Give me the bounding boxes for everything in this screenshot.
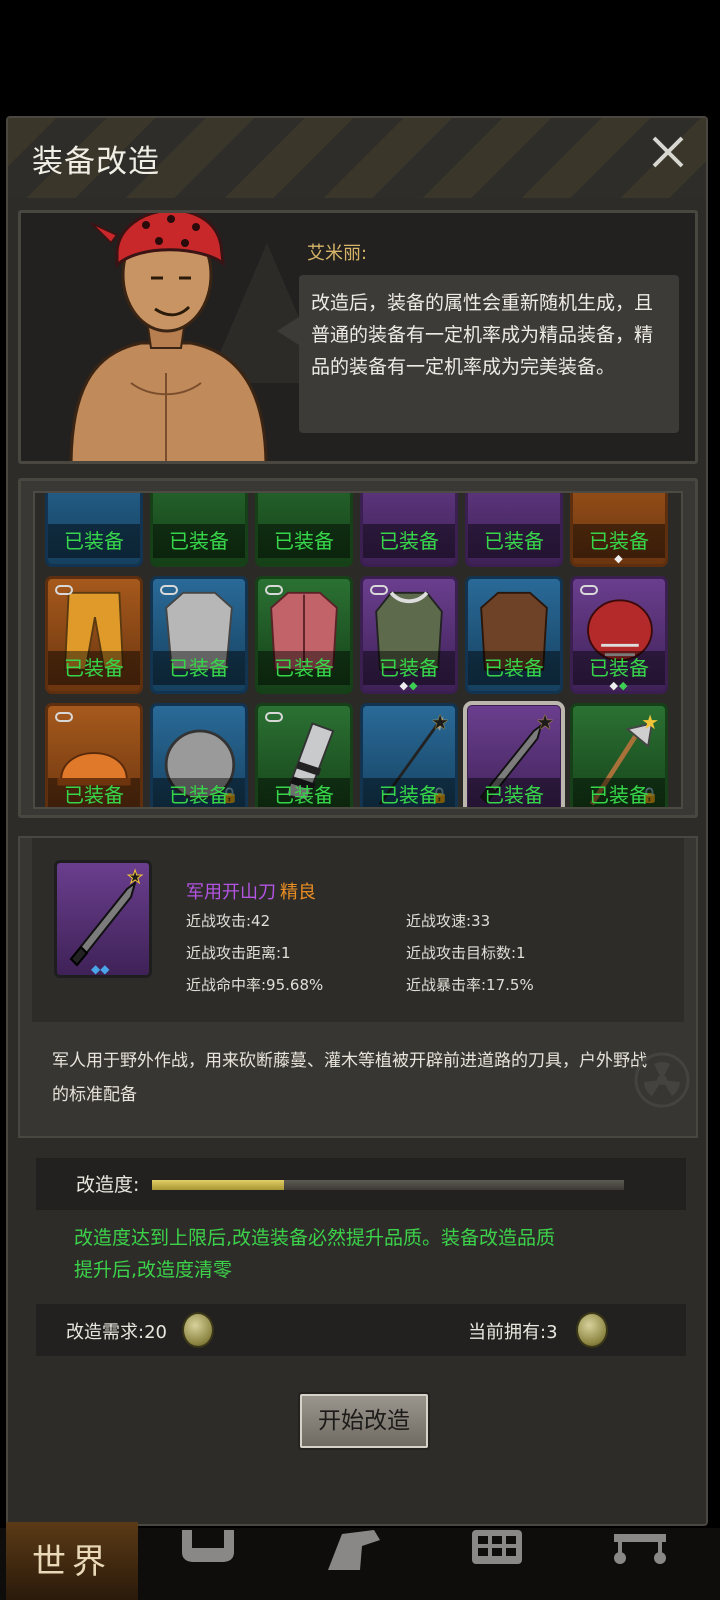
item-detail-header: ★ ◆◆ 军用开山刀 精良 近战攻击:42 近战攻速:33 近战攻击距离:1 近战… (32, 838, 684, 1022)
equipped-label: 已装备 (48, 524, 140, 558)
inventory-panel: 已装备 已装备 已装备 已装备 已装备 已装备 ◆ 已装备 已装备 已装备 已装备 ◆◆ 已装备 已装备 ◆… (18, 478, 698, 818)
start-modify-button[interactable]: 开始改造 (300, 1394, 428, 1448)
link-icon (265, 585, 283, 595)
inventory-slot[interactable]: 已装备 (150, 576, 248, 694)
stat-melee-range: 近战攻击距离:1 (186, 944, 291, 962)
owned-amount-label: 当前拥有:3 (468, 1322, 558, 1343)
bottle-cap-coin-icon (182, 1312, 214, 1348)
modify-hint-text: 改造度达到上限后,改造装备必然提升品质。装备改造品质提升后,改造度清零 (74, 1227, 556, 1281)
modify-cost-label: 改造需求:20 (66, 1322, 167, 1343)
cart-icon[interactable] (610, 1530, 670, 1570)
link-icon (55, 585, 73, 595)
equipped-label: 已装备 (153, 778, 245, 807)
bottle-cap-coin-icon (576, 1312, 608, 1348)
inventory-slot[interactable]: 已装备 (255, 493, 353, 567)
link-icon (580, 585, 598, 595)
equipment-modify-dialog: 装备改造 艾米丽: 改造后，装备的属性会重新随机生成，且普通的装备有一定机率成为… (6, 116, 708, 1526)
equipped-label: 已装备 (48, 778, 140, 807)
stat-melee-accuracy: 近战命中率:95.68% (186, 976, 324, 994)
gem-badges: ◆ (614, 552, 624, 565)
bottom-nav: 世界 (0, 1522, 720, 1600)
modify-progress-fill (152, 1180, 285, 1190)
modify-progress-row: 改造度: (36, 1158, 686, 1210)
inventory-slot[interactable]: 已装备 (360, 493, 458, 567)
equipped-label: 已装备 (258, 524, 350, 558)
inventory-grid: 已装备 已装备 已装备 已装备 已装备 已装备 ◆ 已装备 已装备 已装备 已装备 ◆◆ 已装备 已装备 ◆… (45, 493, 668, 807)
equipped-label: 已装备 (468, 524, 560, 558)
bag-icon[interactable] (178, 1530, 238, 1570)
inventory-scroll-area[interactable]: 已装备 已装备 已装备 已装备 已装备 已装备 ◆ 已装备 已装备 已装备 已装备 ◆◆ 已装备 已装备 ◆… (33, 491, 683, 809)
stat-melee-speed: 近战攻速:33 (406, 912, 491, 930)
npc-dialog-box: 艾米丽: 改造后，装备的属性会重新随机生成，且普通的装备有一定机率成为精品装备，… (18, 210, 698, 464)
gem-badges: ◆◆ (609, 679, 629, 692)
inventory-slot[interactable]: 已装备 (255, 703, 353, 807)
nav-world-tab[interactable]: 世界 (6, 1522, 138, 1600)
inventory-slot[interactable]: 已装备 (45, 493, 143, 567)
item-name: 军用开山刀 精良 (186, 878, 316, 904)
inventory-slot[interactable]: ★ 🔒 已装备 (570, 703, 668, 807)
item-detail-panel: ★ ◆◆ 军用开山刀 精良 近战攻击:42 近战攻速:33 近战攻击距离:1 近战… (18, 836, 698, 1138)
equipped-label: 已装备 (48, 651, 140, 685)
inventory-slot[interactable]: 已装备 (150, 493, 248, 567)
radiation-icon (634, 1052, 690, 1108)
link-icon (55, 712, 73, 722)
equipped-label: 已装备 (363, 778, 455, 807)
stat-melee-targets: 近战攻击目标数:1 (406, 944, 526, 962)
item-description: 军人用于野外作战，用来砍断藤蔓、灌木等植被开辟前进道路的刀具，户外野战的标准配备 (52, 1051, 647, 1105)
gem-badges: ◆◆ (468, 806, 560, 807)
equipped-label: 已装备 (468, 778, 560, 807)
equipped-label: 已装备 (573, 778, 665, 807)
gem-badges: ◆◆ (399, 679, 419, 692)
svg-text:◆◆: ◆◆ (91, 962, 110, 975)
star-icon: ★ (641, 710, 659, 734)
star-icon: ★ (536, 710, 554, 734)
modify-progress-label: 改造度: (76, 1174, 140, 1196)
machete-icon: ★ ◆◆ (69, 867, 144, 976)
inventory-slot[interactable]: ★ 已装备◆◆ (463, 701, 565, 807)
link-icon (265, 712, 283, 722)
link-icon (370, 585, 388, 595)
link-icon (160, 585, 178, 595)
equipped-label: 已装备 (363, 524, 455, 558)
selected-item-icon: ★ ◆◆ (54, 860, 152, 978)
star-icon: ★ (431, 710, 449, 734)
hand-icon[interactable] (322, 1530, 382, 1570)
modify-cost-row: 改造需求:20 当前拥有:3 (36, 1304, 686, 1356)
equipped-label: 已装备 (153, 651, 245, 685)
inventory-slot[interactable]: 已装备 ◆◆ (570, 576, 668, 694)
inventory-slot[interactable]: 已装备 ◆◆ (360, 576, 458, 694)
inventory-slot[interactable]: 🔒 已装备 (150, 703, 248, 807)
equipped-label: 已装备 (258, 651, 350, 685)
inventory-slot[interactable]: 已装备 (255, 576, 353, 694)
close-icon[interactable] (648, 132, 688, 172)
inventory-slot[interactable]: 已装备 (45, 576, 143, 694)
equipped-label: 已装备 (468, 651, 560, 685)
dialog-title: 装备改造 (32, 144, 160, 180)
grid-icon[interactable] (468, 1530, 528, 1570)
npc-portrait (69, 213, 268, 461)
inventory-slot[interactable]: 已装备 (465, 576, 563, 694)
item-name-text: 军用开山刀 (186, 882, 276, 903)
stat-melee-attack: 近战攻击:42 (186, 912, 271, 930)
stat-melee-crit: 近战暴击率:17.5% (406, 976, 534, 994)
item-quality: 精良 (280, 882, 316, 903)
modify-progress-bar (152, 1180, 624, 1190)
inventory-slot[interactable]: ★ 🔒 已装备 (360, 703, 458, 807)
svg-text:★: ★ (127, 867, 143, 888)
equipped-label: 已装备 (153, 524, 245, 558)
inventory-slot[interactable]: 已装备 (465, 493, 563, 567)
npc-speech-bubble: 改造后，装备的属性会重新随机生成，且普通的装备有一定机率成为精品装备，精品的装备… (277, 275, 679, 433)
equipped-label: 已装备 (258, 778, 350, 807)
inventory-slot[interactable]: 已装备 ◆ (570, 493, 668, 567)
inventory-slot[interactable]: 已装备 (45, 703, 143, 807)
npc-name: 艾米丽: (307, 243, 368, 264)
